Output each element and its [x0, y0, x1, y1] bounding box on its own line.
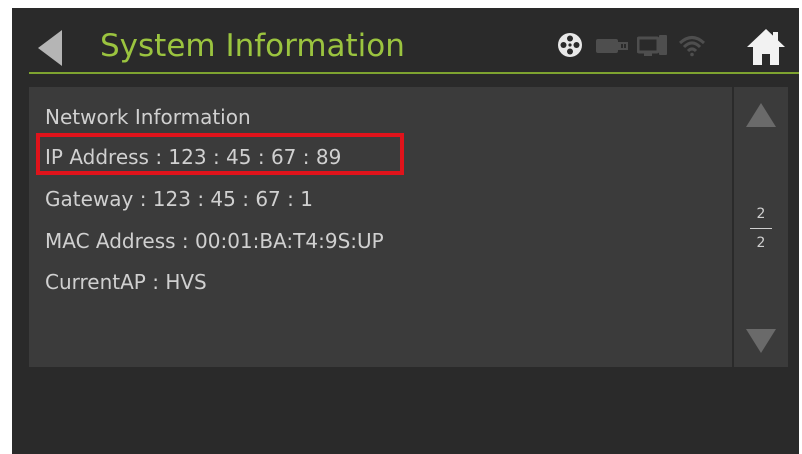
home-icon	[747, 29, 785, 65]
device-screen: System Information Network Information I…	[12, 8, 799, 454]
scroll-up-button[interactable]	[744, 101, 778, 129]
wifi-icon	[677, 33, 707, 61]
home-button[interactable]	[745, 27, 787, 67]
triangle-down-icon	[746, 329, 776, 353]
page-divider	[750, 228, 772, 229]
scrollbar[interactable]: 2 2	[734, 87, 788, 367]
total-pages: 2	[756, 235, 766, 251]
triangle-up-icon	[746, 103, 776, 127]
network-info-panel: Network Information IP Address : 123 : 4…	[29, 87, 732, 367]
page-indicator: 2 2	[734, 205, 788, 252]
scroll-down-button[interactable]	[744, 327, 778, 355]
page-title: System Information	[100, 28, 405, 64]
display-link-icon	[636, 34, 669, 62]
section-title: Network Information	[45, 105, 251, 129]
current-ap-text: CurrentAP : HVS	[45, 270, 207, 294]
header-divider	[29, 72, 799, 74]
gateway-text: Gateway : 123 : 45 : 67 : 1	[45, 187, 313, 211]
header-bar: System Information	[12, 8, 799, 78]
film-reel-icon	[557, 32, 583, 62]
current-page: 2	[756, 206, 766, 222]
usb-device-icon	[595, 36, 631, 60]
mac-address-text: MAC Address : 00:01:BA:T4:9S:UP	[45, 229, 384, 253]
ip-address-highlight	[36, 133, 404, 175]
back-arrow-icon	[38, 30, 62, 66]
back-button[interactable]	[32, 26, 72, 70]
